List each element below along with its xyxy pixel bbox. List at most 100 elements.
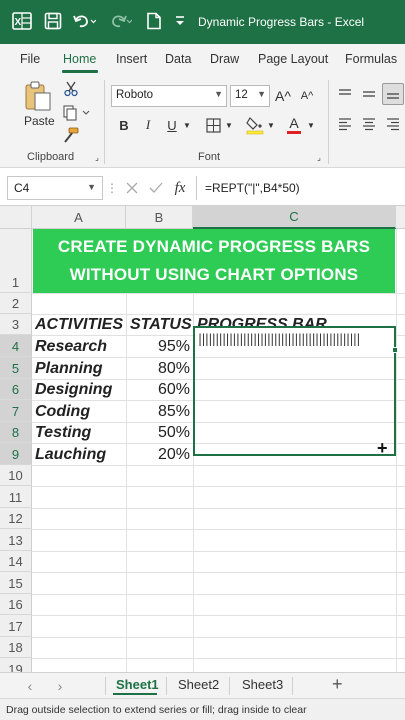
formula-input[interactable]: =REPT("|",B4*50) bbox=[196, 176, 405, 200]
gridline bbox=[32, 486, 405, 487]
align-left-icon[interactable] bbox=[336, 116, 354, 132]
row-header[interactable]: 2 bbox=[0, 293, 32, 314]
sheet-tab-3[interactable]: Sheet3 bbox=[242, 677, 283, 692]
new-file-icon[interactable] bbox=[146, 12, 162, 30]
row-header[interactable]: 10 bbox=[0, 465, 32, 486]
activity-cell[interactable]: Designing bbox=[35, 380, 125, 400]
paste-button[interactable]: Paste bbox=[24, 114, 55, 128]
paste-icon[interactable] bbox=[22, 80, 54, 112]
status-cell[interactable]: 60% bbox=[127, 380, 192, 400]
sheet-tab-1[interactable]: Sheet1 bbox=[116, 677, 159, 692]
row-header[interactable]: 15 bbox=[0, 572, 32, 594]
row-header[interactable]: 18 bbox=[0, 637, 32, 658]
status-cell[interactable]: 80% bbox=[127, 358, 192, 379]
row-header[interactable]: 16 bbox=[0, 594, 32, 615]
underline-dropdown-icon[interactable]: ▼ bbox=[182, 118, 192, 132]
row-header[interactable]: 19 bbox=[0, 658, 32, 672]
font-group-label: Font bbox=[198, 151, 221, 163]
format-painter-icon[interactable] bbox=[62, 126, 80, 144]
title-banner-cell[interactable]: CREATE DYNAMIC PROGRESS BARS WITHOUT USI… bbox=[33, 229, 395, 293]
worksheet-grid[interactable]: A B C 1 2 3 4 5 6 7 8 9 10 11 12 13 14 1… bbox=[0, 206, 405, 672]
banner-line-2: WITHOUT USING CHART OPTIONS bbox=[69, 265, 359, 284]
window-title: Dynamic Progress Bars - Excel bbox=[198, 15, 365, 29]
name-box[interactable]: C4 ▼ bbox=[7, 176, 103, 200]
status-cell[interactable]: 95% bbox=[127, 336, 192, 357]
cut-icon[interactable] bbox=[60, 80, 82, 98]
row-header[interactable]: 11 bbox=[0, 486, 32, 508]
insert-function-icon[interactable]: fx bbox=[170, 178, 190, 198]
tab-data[interactable]: Data bbox=[165, 52, 191, 66]
fill-color-dropdown-icon[interactable]: ▼ bbox=[266, 118, 276, 132]
italic-button[interactable]: I bbox=[140, 116, 156, 134]
row-header[interactable]: 4 bbox=[0, 335, 32, 357]
row-header[interactable]: 5 bbox=[0, 357, 32, 379]
select-all-corner[interactable] bbox=[0, 206, 32, 229]
fill-handle[interactable] bbox=[392, 347, 398, 353]
status-cell[interactable]: 20% bbox=[127, 444, 192, 465]
tab-file[interactable]: File bbox=[20, 52, 40, 66]
save-icon[interactable] bbox=[44, 12, 62, 30]
tab-draw[interactable]: Draw bbox=[210, 52, 239, 66]
row-header[interactable]: 6 bbox=[0, 379, 32, 400]
row-header[interactable]: 14 bbox=[0, 551, 32, 572]
scroll-right-icon[interactable]: › bbox=[54, 678, 66, 694]
activity-cell[interactable]: Lauching bbox=[35, 444, 125, 465]
clipboard-launcher-icon[interactable]: ⌟ bbox=[92, 152, 102, 162]
column-header-b[interactable]: B bbox=[126, 206, 193, 229]
align-center-icon[interactable] bbox=[360, 116, 378, 132]
row-header[interactable]: 17 bbox=[0, 615, 32, 637]
align-bottom-icon[interactable] bbox=[382, 83, 404, 105]
confirm-entry-icon[interactable] bbox=[148, 179, 164, 197]
title-bar: X Dynamic Progress Bars - Excel bbox=[0, 0, 405, 44]
cancel-entry-icon[interactable] bbox=[124, 179, 140, 197]
tab-insert[interactable]: Insert bbox=[116, 52, 147, 66]
font-color-icon[interactable]: A bbox=[286, 114, 302, 136]
borders-icon[interactable] bbox=[204, 116, 222, 134]
bold-button[interactable]: B bbox=[116, 116, 132, 134]
banner-line-1: CREATE DYNAMIC PROGRESS BARS bbox=[57, 237, 371, 256]
copy-icon[interactable] bbox=[60, 104, 94, 122]
align-middle-icon[interactable] bbox=[360, 86, 378, 102]
activity-cell[interactable]: Planning bbox=[35, 358, 125, 379]
row-header[interactable]: 7 bbox=[0, 400, 32, 422]
add-sheet-button[interactable]: + bbox=[332, 674, 343, 695]
row-header[interactable]: 12 bbox=[0, 508, 32, 529]
status-cell[interactable]: 50% bbox=[127, 423, 192, 443]
fill-color-icon[interactable] bbox=[245, 114, 265, 136]
row-header[interactable]: 9 bbox=[0, 443, 32, 465]
shrink-font-icon[interactable]: A^ bbox=[298, 87, 316, 105]
row-header[interactable]: 8 bbox=[0, 422, 32, 443]
borders-dropdown-icon[interactable]: ▼ bbox=[224, 118, 234, 132]
tab-page-layout[interactable]: Page Layout bbox=[258, 52, 328, 66]
align-top-icon[interactable] bbox=[336, 86, 354, 102]
font-color-dropdown-icon[interactable]: ▼ bbox=[306, 118, 316, 132]
row-header[interactable]: 3 bbox=[0, 314, 32, 335]
font-launcher-icon[interactable]: ⌟ bbox=[314, 152, 324, 162]
underline-button[interactable]: U bbox=[164, 116, 180, 134]
gridline bbox=[32, 658, 405, 659]
customize-qat-icon[interactable] bbox=[174, 12, 186, 30]
activity-cell[interactable]: Coding bbox=[35, 401, 125, 422]
tab-home[interactable]: Home bbox=[63, 52, 96, 66]
row-header[interactable]: 13 bbox=[0, 529, 32, 551]
row-header[interactable]: 1 bbox=[0, 229, 32, 293]
scroll-left-icon[interactable]: ‹ bbox=[24, 678, 36, 694]
activity-cell[interactable]: Testing bbox=[35, 423, 125, 443]
align-right-icon[interactable] bbox=[384, 116, 402, 132]
crosshair-cursor-icon: + bbox=[377, 438, 388, 458]
column-header-d[interactable] bbox=[396, 206, 405, 229]
column-header-c[interactable]: C bbox=[193, 206, 396, 229]
status-cell[interactable]: 85% bbox=[127, 401, 192, 422]
font-name-select[interactable]: Roboto ▼ bbox=[111, 85, 227, 107]
grow-font-icon[interactable]: A^ bbox=[274, 87, 292, 105]
header-status-cell[interactable]: STATUS bbox=[130, 315, 194, 335]
tab-formulas[interactable]: Formulas bbox=[345, 52, 397, 66]
progress-bar-c4: ||||||||||||||||||||||||||||||||||||||||… bbox=[198, 332, 360, 346]
font-name-value: Roboto bbox=[116, 89, 154, 101]
redo-icon[interactable] bbox=[108, 12, 132, 30]
undo-icon[interactable] bbox=[72, 12, 96, 30]
column-header-a[interactable]: A bbox=[32, 206, 126, 229]
sheet-tab-2[interactable]: Sheet2 bbox=[178, 677, 219, 692]
activity-cell[interactable]: Research bbox=[35, 336, 125, 357]
font-size-select[interactable]: 12 ▼ bbox=[230, 85, 270, 107]
